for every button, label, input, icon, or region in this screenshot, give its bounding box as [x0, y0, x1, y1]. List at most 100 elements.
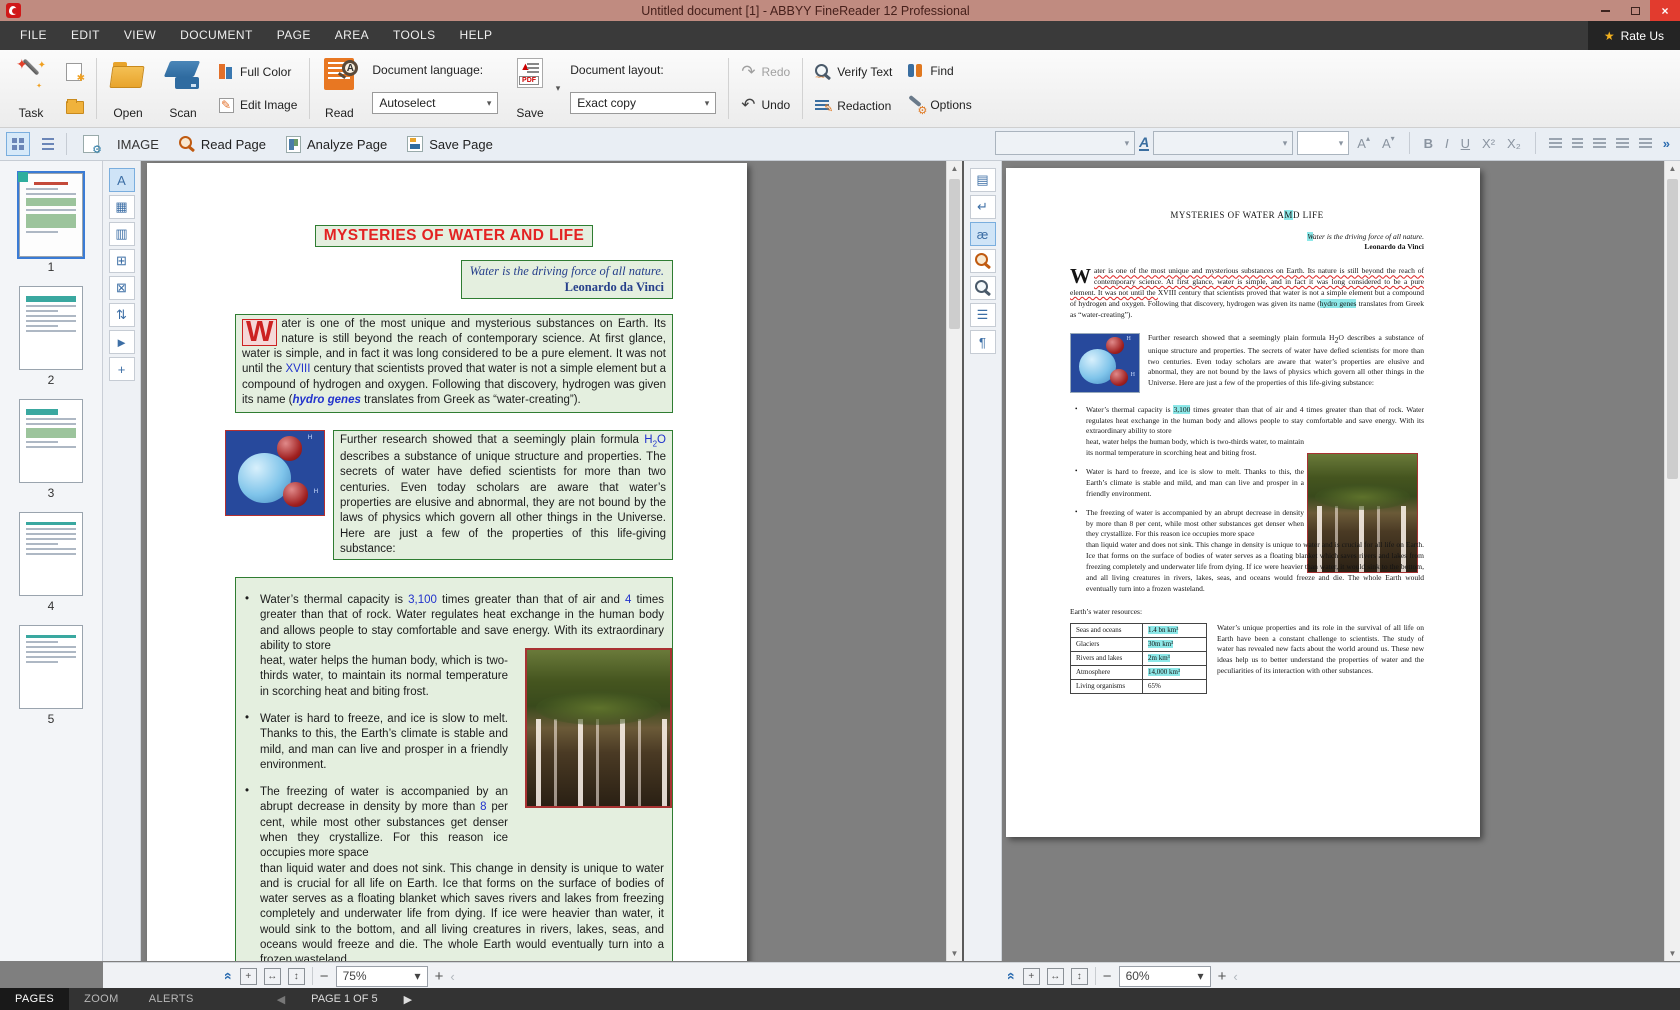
open-into-icon[interactable]: [66, 101, 84, 114]
open-button[interactable]: Open: [101, 55, 155, 122]
next-page-button[interactable]: ▶: [404, 993, 412, 1006]
tab-zoom[interactable]: ZOOM: [69, 988, 134, 1010]
subscript-button[interactable]: X₂: [1503, 136, 1525, 151]
scrollbar-thumb[interactable]: [949, 179, 960, 329]
formatting-marks-tool[interactable]: ¶: [970, 330, 996, 354]
bold-button[interactable]: B: [1420, 136, 1437, 151]
thumbnail-list-view-button[interactable]: [36, 132, 60, 156]
scan-button[interactable]: Scan: [155, 55, 211, 122]
scroll-down-icon[interactable]: ▼: [1665, 946, 1680, 961]
zoom-in-button[interactable]: +: [1218, 968, 1227, 985]
previous-page-button[interactable]: ◀: [277, 993, 285, 1006]
new-page-icon[interactable]: ✱: [66, 63, 82, 81]
collapse-icon[interactable]: «: [1004, 972, 1020, 980]
align-center-icon[interactable]: [1572, 138, 1583, 149]
image-area-tool[interactable]: ▦: [109, 195, 135, 219]
tab-alerts[interactable]: ALERTS: [134, 988, 209, 1010]
text-pane-scrollbar[interactable]: ▲ ▼: [1664, 161, 1680, 961]
menu-document[interactable]: DOCUMENT: [168, 21, 265, 50]
superscript-button[interactable]: X²: [1478, 136, 1499, 151]
text-area-tool[interactable]: A: [109, 168, 135, 192]
thumbnail-page-image[interactable]: [19, 286, 83, 370]
save-button[interactable]: ▲PDF Save: [506, 55, 553, 122]
options-button[interactable]: ⚙ Options: [908, 97, 971, 113]
fit-height-button[interactable]: ↕: [288, 968, 305, 985]
line-spacing-icon[interactable]: [1639, 138, 1652, 149]
font-size-select[interactable]: ▾: [1297, 131, 1349, 155]
recognized-page[interactable]: MYSTERIES OF WATER AMD LIFE Water is the…: [1006, 168, 1480, 837]
thumbnail-page-image[interactable]: [19, 173, 83, 257]
collapse-icon[interactable]: «: [221, 972, 237, 980]
table-area-tool[interactable]: ⊞: [109, 249, 135, 273]
menu-help[interactable]: HELP: [448, 21, 505, 50]
find-next-error-tool[interactable]: [970, 276, 996, 300]
fit-page-button[interactable]: +: [1023, 968, 1040, 985]
page-thumbnail-2[interactable]: 2: [0, 286, 102, 387]
chevron-left-icon[interactable]: ‹: [1233, 969, 1237, 984]
save-options-dropdown[interactable]: ▾: [556, 83, 561, 94]
rate-us-button[interactable]: ★ Rate Us: [1588, 21, 1680, 50]
page-thumbnail-3[interactable]: 3: [0, 399, 102, 500]
text-properties-tool[interactable]: ☰: [970, 303, 996, 327]
menu-edit[interactable]: EDIT: [59, 21, 112, 50]
scroll-up-icon[interactable]: ▲: [1665, 161, 1680, 176]
italic-button[interactable]: I: [1441, 136, 1453, 151]
read-page-button[interactable]: Read Page: [169, 131, 276, 157]
save-page-button[interactable]: Save Page: [397, 131, 503, 157]
page-thumbnail-4[interactable]: 4: [0, 512, 102, 613]
maximize-button[interactable]: [1620, 0, 1650, 21]
font-style-icon[interactable]: A: [1139, 135, 1149, 151]
read-button[interactable]: A Read: [314, 55, 364, 122]
fit-width-button[interactable]: ↔: [264, 968, 281, 985]
image-zoom-select[interactable]: 75% ▾: [336, 966, 428, 987]
task-button[interactable]: ✦✦✦ Task: [4, 55, 58, 122]
delete-area-tool[interactable]: ⊠: [109, 276, 135, 300]
align-left-icon[interactable]: [1549, 138, 1562, 149]
align-right-icon[interactable]: [1593, 138, 1606, 149]
font-select[interactable]: ▾: [1153, 131, 1293, 155]
fit-height-button[interactable]: ↕: [1071, 968, 1088, 985]
shrink-font-button[interactable]: A▾: [1378, 136, 1399, 151]
verification-tool[interactable]: æ: [970, 222, 996, 246]
underline-button[interactable]: U: [1457, 136, 1474, 151]
reorder-areas-tool[interactable]: ⇅: [109, 303, 135, 327]
redaction-button[interactable]: ✎ Redaction: [815, 99, 892, 113]
thumbnail-page-image[interactable]: [19, 625, 83, 709]
fit-width-button[interactable]: ↔: [1047, 968, 1064, 985]
document-layout-select[interactable]: Exact copy ▾: [570, 92, 716, 114]
menu-area[interactable]: AREA: [323, 21, 381, 50]
menu-file[interactable]: FILE: [8, 21, 59, 50]
scroll-up-icon[interactable]: ▲: [947, 161, 962, 176]
barcode-area-tool[interactable]: ▥: [109, 222, 135, 246]
scroll-down-icon[interactable]: ▼: [947, 946, 962, 961]
scanned-page[interactable]: MYSTERIES OF WATER AND LIFE Water is the…: [147, 163, 747, 961]
select-tool[interactable]: ►: [109, 330, 135, 354]
verify-text-button[interactable]: ~~ Verify Text: [815, 64, 892, 80]
image-pane-scrollbar[interactable]: ▲ ▼: [946, 161, 962, 961]
scrollbar-thumb[interactable]: [1667, 179, 1678, 479]
align-justify-icon[interactable]: [1616, 138, 1629, 149]
grow-font-button[interactable]: A▴: [1353, 136, 1374, 151]
more-tools-chevron[interactable]: »: [1659, 136, 1674, 151]
zoom-out-button[interactable]: −: [320, 968, 329, 985]
zoom-out-button[interactable]: −: [1103, 968, 1112, 985]
menu-page[interactable]: PAGE: [265, 21, 323, 50]
style-select[interactable]: ▾: [995, 131, 1135, 155]
zoom-in-button[interactable]: +: [435, 968, 444, 985]
analyze-page-button[interactable]: Analyze Page: [276, 131, 397, 157]
page-thumbnail-1[interactable]: 1: [0, 173, 102, 274]
thumbnail-grid-view-button[interactable]: [6, 132, 30, 156]
find-previous-error-tool[interactable]: [970, 249, 996, 273]
text-zoom-select[interactable]: 60% ▾: [1119, 966, 1211, 987]
page-thumbnail-5[interactable]: 5: [0, 625, 102, 726]
undo-button[interactable]: ↶ Undo: [741, 95, 790, 115]
menu-view[interactable]: VIEW: [112, 21, 168, 50]
thumbnail-page-image[interactable]: [19, 399, 83, 483]
text-wrap-tool[interactable]: ↵: [970, 195, 996, 219]
redo-button[interactable]: ↷ Redo: [741, 62, 790, 82]
menu-tools[interactable]: TOOLS: [381, 21, 447, 50]
close-button[interactable]: ×: [1650, 0, 1680, 21]
pan-tool[interactable]: +: [109, 357, 135, 381]
fit-page-button[interactable]: +: [240, 968, 257, 985]
edit-image-button[interactable]: ✎ Edit Image: [219, 98, 297, 113]
